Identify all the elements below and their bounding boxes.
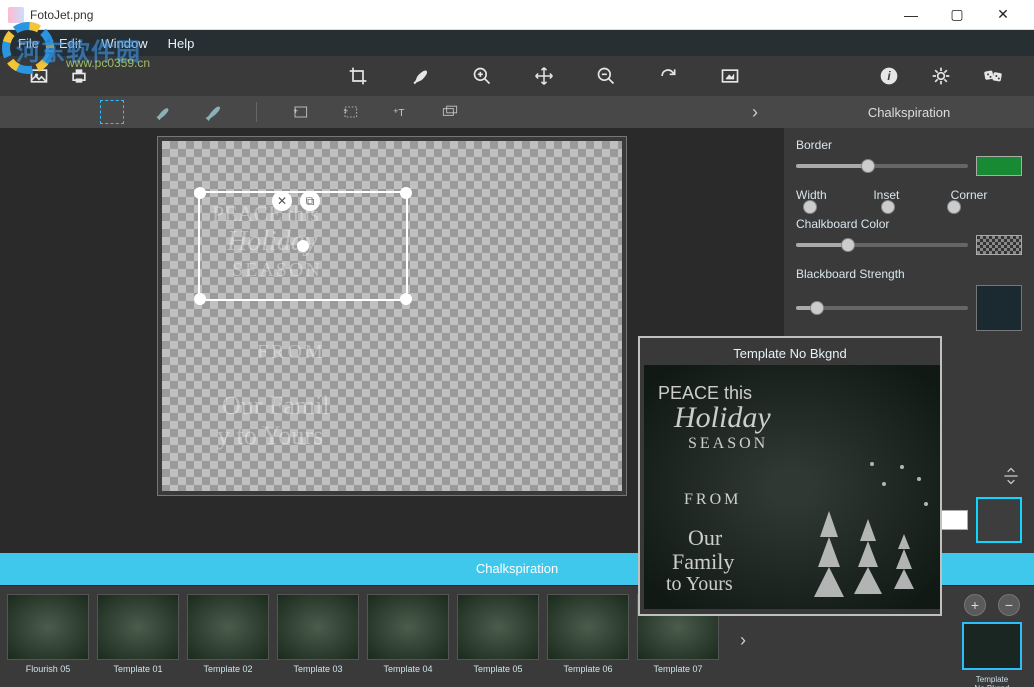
thumb-item[interactable]: Template 01 [96,594,180,674]
border-slider[interactable] [796,164,968,168]
popup-text-2: Holiday [674,401,771,435]
chalk-color-swatch[interactable] [976,235,1022,255]
popup-text-6: Family [672,549,734,575]
size-controls: Width Inset Corner [796,188,1022,205]
chalk-color-label: Chalkboard Color [796,217,1022,231]
thumb-item[interactable]: Template 04 [366,594,450,674]
popup-preview: PEACE this Holiday SEASON FROM Our Famil… [644,365,940,609]
layers-icon[interactable] [439,101,461,123]
border-label: Border [796,138,1022,152]
border-color-swatch[interactable] [976,156,1022,176]
handle-sw[interactable] [194,293,206,305]
thumb-item[interactable]: Template 02 [186,594,270,674]
title-bar: FotoJet.png — ▢ ✕ [0,0,1034,30]
canvas-frame: PEACE this Holiday SEASON FROM Our Famil… [157,136,627,496]
svg-text:+: + [293,106,298,116]
thumb-item[interactable]: Flourish 05 [6,594,90,674]
canvas-text-6: y to Yours [217,421,323,451]
thumb-item[interactable]: Template 06 [546,594,630,674]
menu-help[interactable]: Help [158,33,205,54]
blackboard-strength-slider[interactable] [796,306,968,310]
template-preview-popup: Template No Bkgnd PEACE this Holiday SEA… [638,336,942,616]
add-text-icon[interactable]: T+ [389,101,411,123]
add-effect-icon[interactable]: + [339,101,361,123]
blackboard-strength-label: Blackboard Strength [796,267,1022,281]
watermark-url: www.pc0359.cn [66,56,150,70]
crop-icon[interactable] [347,65,369,87]
grain-preview[interactable] [976,497,1022,543]
popup-text-5: Our [688,525,722,551]
window-title: FotoJet.png [30,8,888,22]
strip-chevron-right-icon[interactable]: › [726,630,760,651]
handle-nw[interactable] [194,187,206,199]
strip-right-controls: + − TemplateNo Bkgnd [962,594,1028,687]
blackboard-strength-control: Blackboard Strength [796,267,1022,331]
brush-icon[interactable] [409,65,431,87]
chevron-right-icon[interactable]: › [738,102,772,123]
canvas-text-4: FROM [257,341,326,364]
selected-thumb-label: TemplateNo Bkgnd [974,676,1009,687]
panel-title: Chalkspiration [784,105,1034,120]
add-thumb-button[interactable]: + [964,594,986,616]
canvas[interactable]: PEACE this Holiday SEASON FROM Our Famil… [162,141,622,491]
move-icon[interactable] [533,65,555,87]
handle-center[interactable] [297,240,309,252]
main-toolbar: i [0,56,1034,96]
sub-toolbar: + + T+ › Chalkspiration [0,96,1034,128]
remove-thumb-button[interactable]: − [998,594,1020,616]
thumb-item[interactable]: Template 03 [276,594,360,674]
blackboard-preview[interactable] [976,285,1022,331]
svg-text:+: + [343,106,348,116]
handle-se[interactable] [400,293,412,305]
align-center-icon[interactable] [1000,465,1022,487]
gear-icon[interactable] [930,65,952,87]
chalk-color-control: Chalkboard Color [796,217,1022,255]
svg-text:+: + [393,106,398,116]
close-button[interactable]: ✕ [980,0,1026,30]
corner-label: Corner [951,188,1022,202]
smudge-small-icon[interactable] [152,101,174,123]
maximize-button[interactable]: ▢ [934,0,980,30]
popup-text-3: SEASON [688,435,768,453]
redo-icon[interactable] [657,65,679,87]
random-icon[interactable] [982,65,1004,87]
add-image-icon[interactable]: + [289,101,311,123]
minimize-button[interactable]: — [888,0,934,30]
info-icon[interactable]: i [878,65,900,87]
svg-text:T: T [398,108,404,119]
chalk-color-slider[interactable] [796,243,968,247]
border-control: Border [796,138,1022,176]
canvas-text-5: Our Famil [222,391,330,421]
separator [256,102,257,122]
duplicate-selection-icon[interactable]: ⧉ [300,191,320,211]
select-icon[interactable] [100,100,124,124]
trees-icon [784,449,934,599]
zoom-out-icon[interactable] [595,65,617,87]
delete-selection-icon[interactable]: ✕ [272,191,292,211]
popup-text-7: to Yours [666,573,733,596]
smudge-large-icon[interactable] [202,101,224,123]
thumb-item[interactable]: Template 05 [456,594,540,674]
menu-bar: File Edit Window Help [0,30,1034,56]
frame-icon[interactable] [719,65,741,87]
popup-title: Template No Bkgnd [644,342,936,365]
zoom-in-icon[interactable] [471,65,493,87]
popup-text-4: FROM [684,491,741,509]
selection-box[interactable]: ✕ ⧉ [198,191,408,301]
handle-ne[interactable] [400,187,412,199]
